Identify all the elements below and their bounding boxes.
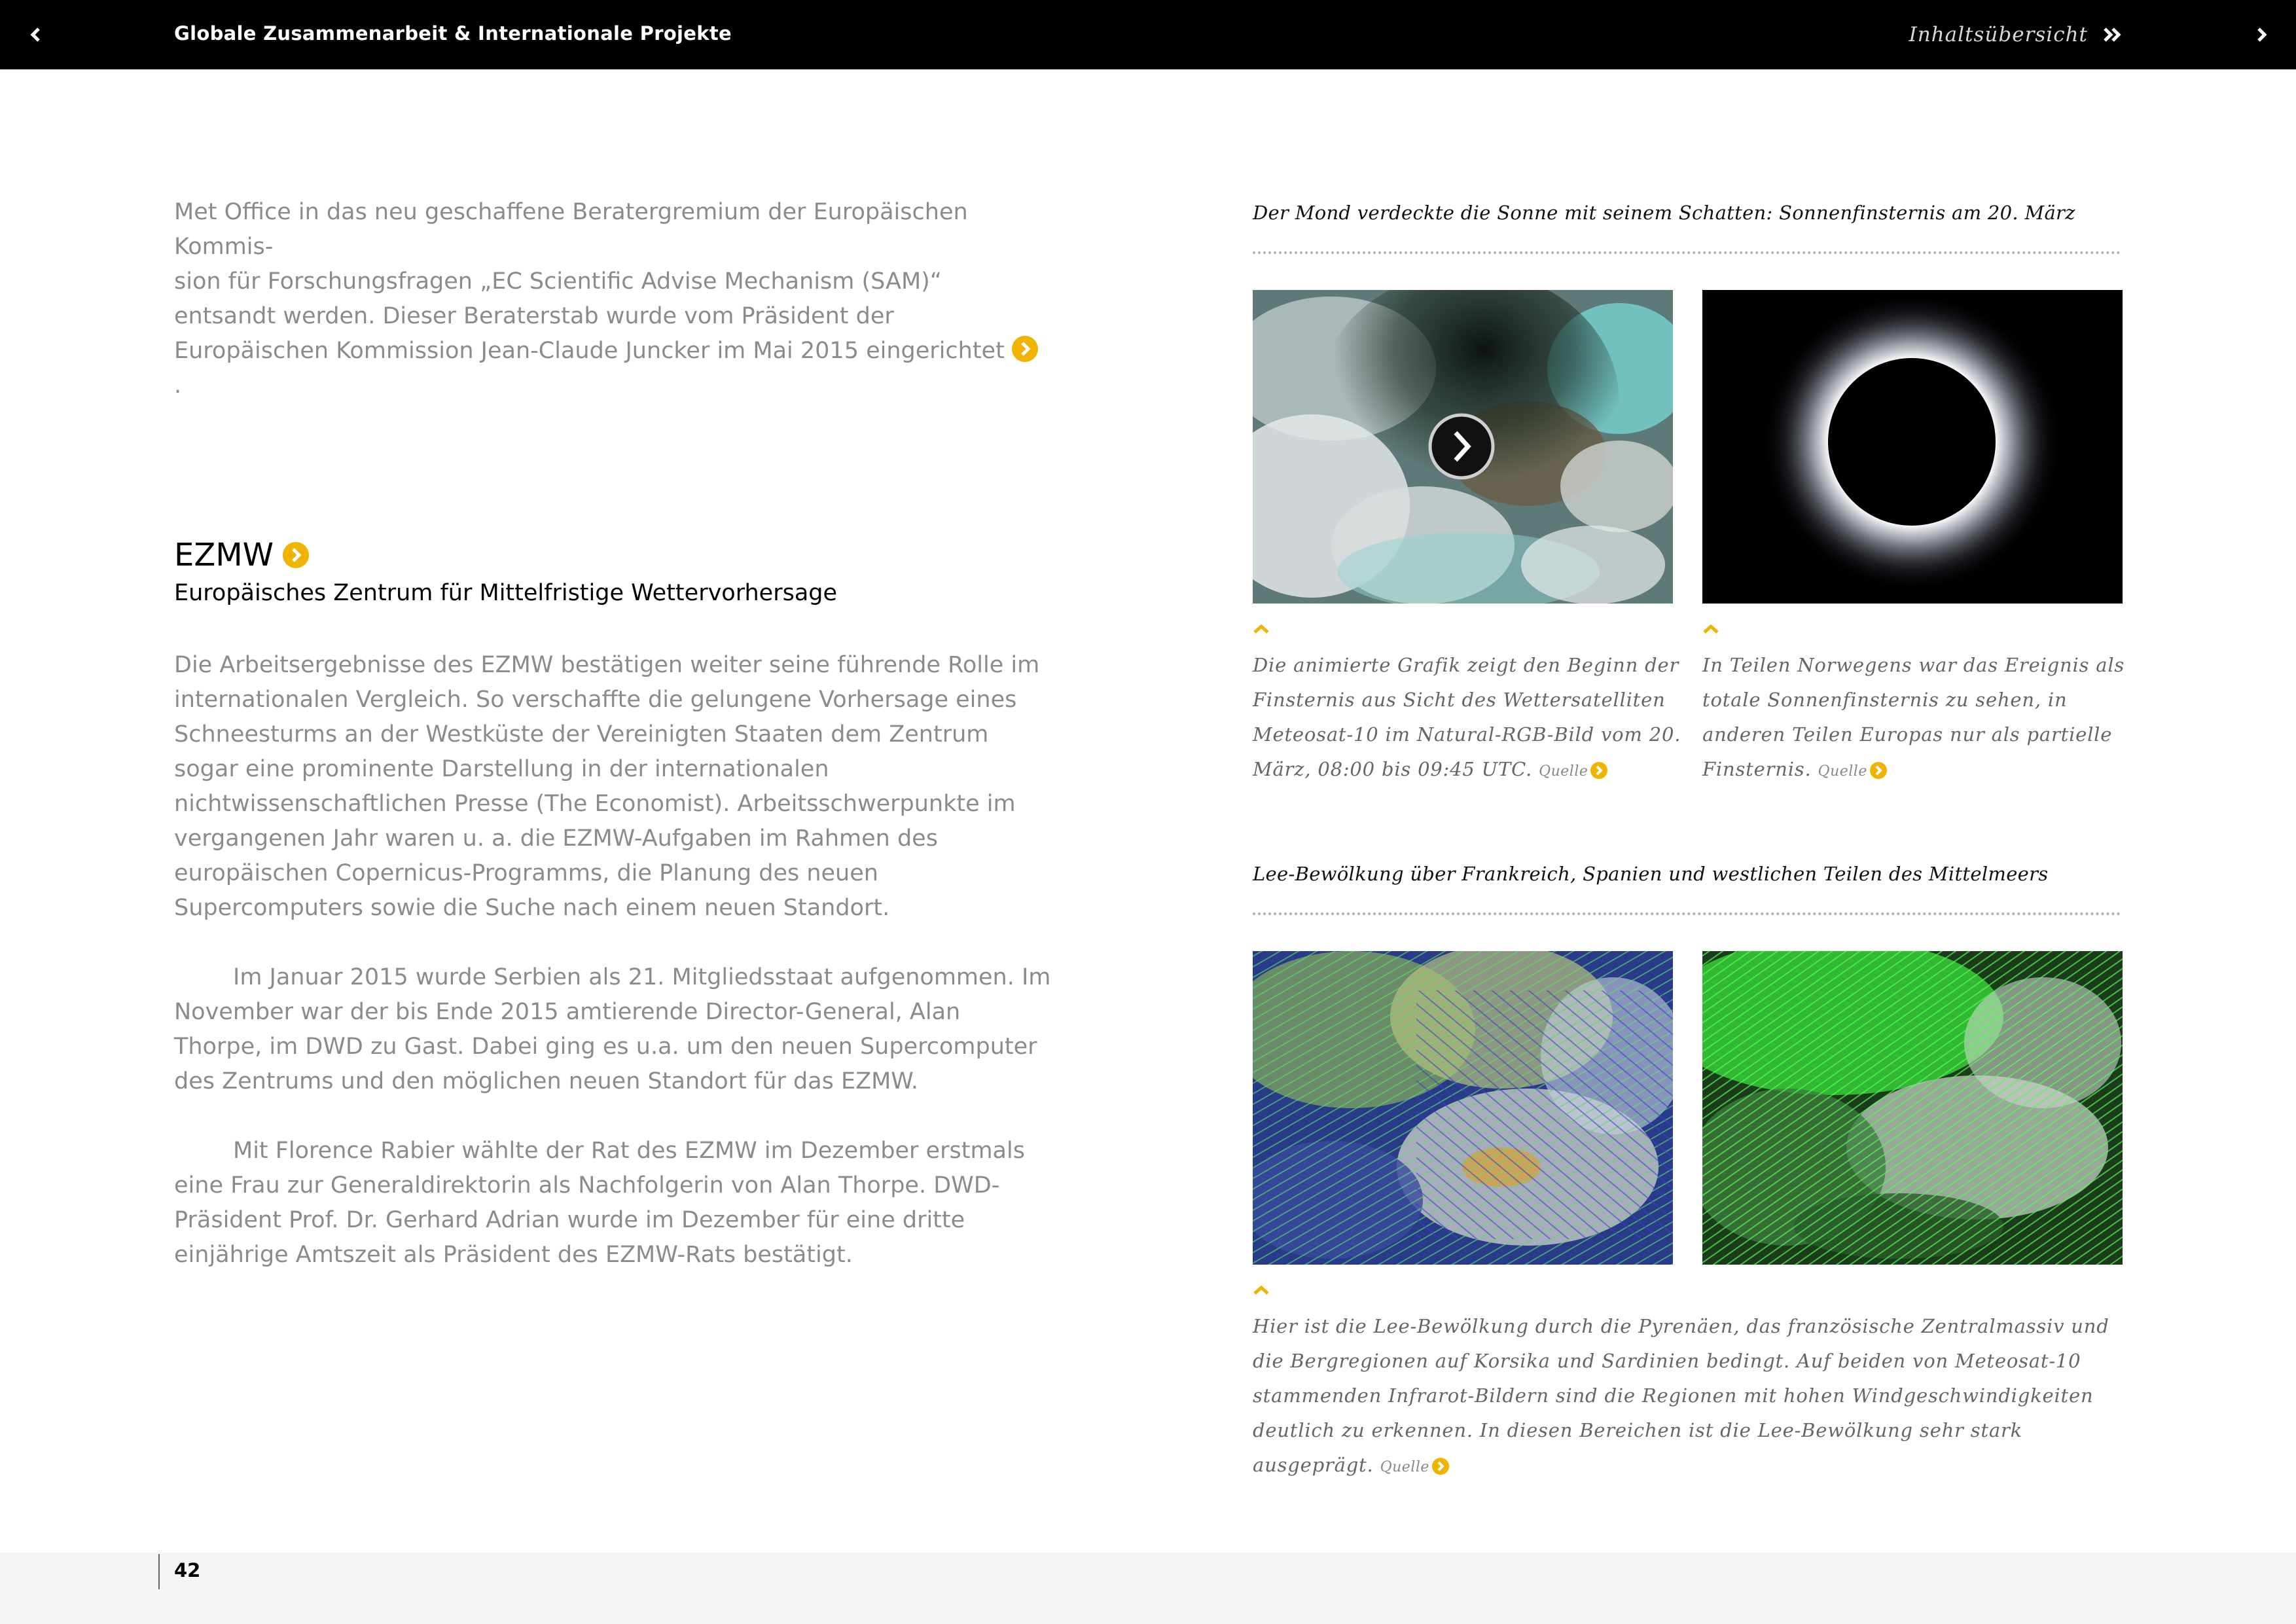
caption-eclipse: In Teilen Norwegens war das Ereignis als… bbox=[1702, 648, 2128, 789]
source-arrow-icon bbox=[1869, 762, 1887, 779]
source-label: Quelle bbox=[1380, 1459, 1429, 1475]
intro-paragraph: Met Office in das neu geschaffene Berate… bbox=[174, 195, 1045, 403]
footer-divider bbox=[158, 1554, 160, 1589]
infrared-image-2 bbox=[1702, 951, 2123, 1265]
ezmw-heading: EZMW bbox=[174, 537, 310, 573]
page-number: 42 bbox=[174, 1559, 201, 1581]
double-chevron-right-icon bbox=[2104, 27, 2121, 42]
caret-up-icon[interactable] bbox=[1702, 624, 1719, 634]
caption-1-text: Die animierte Grafik zeigt den Beginn de… bbox=[1253, 654, 1681, 780]
eclipse-photo bbox=[1702, 290, 2123, 604]
source-link[interactable]: Quelle bbox=[1380, 1458, 1449, 1475]
caption-2-text: In Teilen Norwegens war das Ereignis als… bbox=[1702, 654, 2125, 780]
toc-label: Inhaltsübersicht bbox=[1909, 23, 2088, 46]
caret-up-icon[interactable] bbox=[1253, 1285, 1270, 1295]
divider bbox=[1253, 912, 2121, 915]
previous-page-icon[interactable] bbox=[25, 24, 47, 46]
section-2-title: Lee-Bewölkung über Frankreich, Spanien u… bbox=[1253, 863, 2049, 885]
eclipse-image bbox=[1702, 290, 2123, 604]
paragraph-3: Mit Florence Rabier wählte der Rat des E… bbox=[174, 1138, 1025, 1268]
lee-cloud-image-2 bbox=[1702, 951, 2123, 1265]
ezmw-link-arrow-icon[interactable] bbox=[283, 542, 310, 568]
paragraph-1: Die Arbeitsergebnisse des EZMW bestätige… bbox=[174, 652, 1040, 921]
lee-cloud-image-1 bbox=[1253, 951, 1673, 1265]
top-navigation-bar: Globale Zusammenarbeit & Internationale … bbox=[0, 0, 2296, 69]
source-arrow-icon bbox=[1590, 762, 1608, 779]
table-of-contents-link[interactable]: Inhaltsübersicht bbox=[1909, 20, 2123, 50]
next-page-icon[interactable] bbox=[2250, 24, 2272, 46]
caption-lee-clouds: Hier ist die Lee-Bewölkung durch die Pyr… bbox=[1253, 1309, 2130, 1485]
paragraph-2: Im Januar 2015 wurde Serbien als 21. Mit… bbox=[174, 964, 1051, 1094]
link-arrow-icon[interactable] bbox=[1011, 336, 1038, 362]
intro-text: Met Office in das neu geschaffene Berate… bbox=[174, 199, 1005, 364]
source-link[interactable]: Quelle bbox=[1818, 762, 1887, 780]
divider bbox=[1253, 251, 2121, 254]
satellite-animation[interactable] bbox=[1253, 290, 1673, 604]
section-1-title: Der Mond verdeckte die Sonne mit seinem … bbox=[1253, 202, 2075, 224]
play-animation-icon[interactable] bbox=[1428, 413, 1495, 480]
ezmw-body: Die Arbeitsergebnisse des EZMW bestätige… bbox=[174, 648, 1051, 1272]
infrared-image-1 bbox=[1253, 951, 1673, 1265]
source-label: Quelle bbox=[1818, 763, 1867, 780]
caption-3-text: Hier ist die Lee-Bewölkung durch die Pyr… bbox=[1253, 1315, 2109, 1476]
source-arrow-icon bbox=[1431, 1458, 1449, 1475]
ezmw-subtitle: Europäisches Zentrum für Mittelfristige … bbox=[174, 580, 838, 606]
source-label: Quelle bbox=[1539, 763, 1588, 780]
ezmw-title: EZMW bbox=[174, 537, 274, 573]
chapter-title: Globale Zusammenarbeit & Internationale … bbox=[174, 22, 732, 45]
caption-satellite: Die animierte Grafik zeigt den Beginn de… bbox=[1253, 648, 1685, 789]
caret-up-icon[interactable] bbox=[1253, 624, 1270, 634]
footer-bar bbox=[0, 1553, 2296, 1624]
source-link[interactable]: Quelle bbox=[1539, 762, 1608, 780]
